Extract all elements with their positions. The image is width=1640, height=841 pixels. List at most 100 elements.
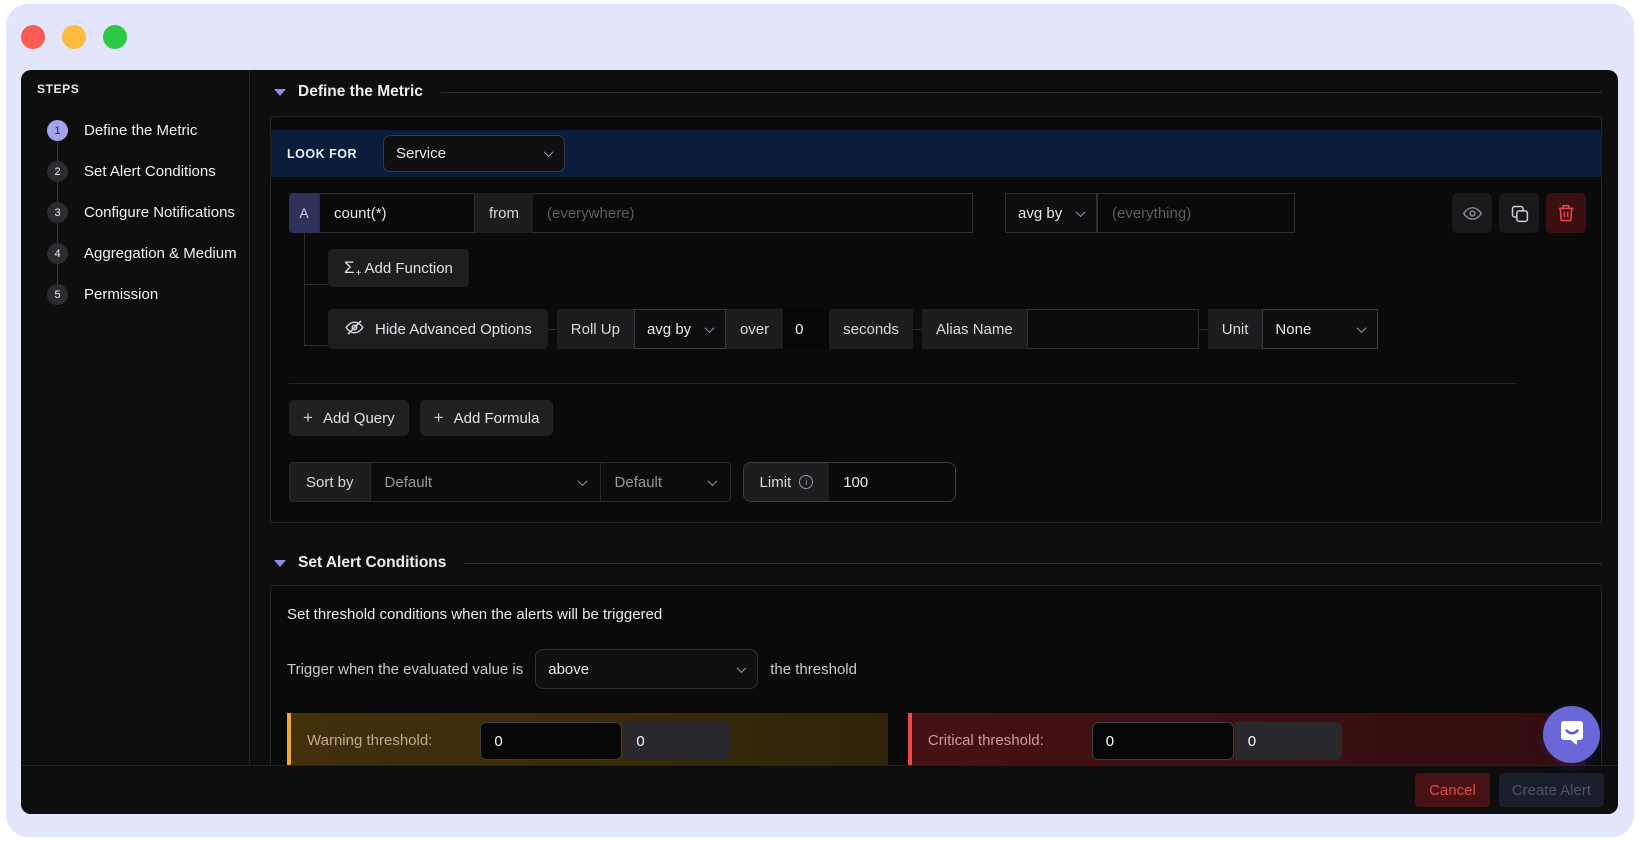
add-query-button[interactable]: + Add Query xyxy=(289,400,409,436)
section-title: Set Alert Conditions xyxy=(298,554,447,571)
rollup-op-value: avg by xyxy=(646,320,692,338)
chat-widget-button[interactable] xyxy=(1543,706,1600,763)
rollup-interval-input[interactable] xyxy=(783,309,830,349)
duplicate-query-button[interactable] xyxy=(1499,193,1539,233)
eye-off-icon xyxy=(344,317,365,342)
advanced-options-row: Hide Advanced Options Roll Up avg by ove… xyxy=(328,309,1586,349)
alert-conditions-section-header: Set Alert Conditions xyxy=(270,553,1602,573)
unit-value: None xyxy=(1275,320,1312,338)
add-formula-label: Add Formula xyxy=(453,409,540,427)
limit-label: Limit xyxy=(759,473,792,491)
alias-group: Alias Name xyxy=(922,309,1199,349)
chevron-down-icon xyxy=(1075,206,1086,217)
query-expression-input[interactable] xyxy=(319,193,475,233)
add-function-button[interactable]: Σ + Add Function xyxy=(328,249,469,287)
section-divider-line xyxy=(440,91,1602,93)
trigger-operator-select[interactable]: above xyxy=(535,649,759,689)
query-builder: A from avg by xyxy=(271,177,1601,369)
panel-divider-line xyxy=(289,383,1517,384)
hide-advanced-label: Hide Advanced Options xyxy=(375,320,532,338)
chevron-down-icon xyxy=(736,662,747,673)
window-controls xyxy=(21,25,127,49)
from-label: from xyxy=(475,193,533,233)
threshold-row: Warning threshold: Critical threshold: xyxy=(287,713,1585,765)
add-formula-button[interactable]: + Add Formula xyxy=(419,400,554,436)
agg-op-value: avg by xyxy=(1018,204,1063,222)
limit-label-wrap: Limit i xyxy=(743,463,830,501)
trigger-row: Trigger when the evaluated value is abov… xyxy=(287,649,1585,689)
info-icon: i xyxy=(799,475,814,489)
add-function-label: Add Function xyxy=(364,259,453,277)
step-label: Set Alert Conditions xyxy=(84,163,216,180)
sort-secondary-select[interactable]: Default xyxy=(599,463,730,501)
chevron-down-icon xyxy=(577,475,587,486)
query-row-a: A from avg by xyxy=(289,193,1586,233)
sidebar-item-define-the-metric[interactable]: 1 Define the Metric xyxy=(37,110,235,151)
look-for-select[interactable]: Service xyxy=(382,135,565,172)
query-from-input[interactable] xyxy=(533,193,973,233)
tree-connector-line xyxy=(304,233,305,345)
tree-connector-line xyxy=(304,284,328,285)
section-title: Define the Metric xyxy=(298,83,423,100)
cancel-button[interactable]: Cancel xyxy=(1415,773,1490,807)
minimize-window-icon[interactable] xyxy=(62,25,86,49)
over-label: over xyxy=(725,309,784,349)
preview-query-button[interactable] xyxy=(1452,193,1492,233)
sort-by-label: Sort by xyxy=(290,463,370,501)
collapse-caret-icon[interactable] xyxy=(274,559,286,567)
warning-threshold-input[interactable] xyxy=(480,722,623,760)
warning-threshold-band: Warning threshold: xyxy=(287,713,888,765)
step-label: Aggregation & Medium xyxy=(84,245,237,262)
step-connector-line xyxy=(57,262,58,286)
close-window-icon[interactable] xyxy=(21,25,45,49)
step-label: Permission xyxy=(84,286,159,303)
trash-icon xyxy=(1556,203,1576,223)
unit-label: Unit xyxy=(1207,309,1263,349)
sidebar-item-aggregation-medium[interactable]: 4 Aggregation & Medium xyxy=(37,221,237,274)
sort-secondary-value: Default xyxy=(614,473,663,491)
collapse-caret-icon[interactable] xyxy=(274,88,286,96)
query-agg-by-input[interactable] xyxy=(1097,193,1295,233)
sort-primary-value: Default xyxy=(384,473,433,491)
alert-conditions-panel: Set threshold conditions when the alerts… xyxy=(270,585,1602,765)
step-label: Define the Metric xyxy=(84,122,198,139)
step-label: Configure Notifications xyxy=(84,204,235,221)
unit-select[interactable]: None xyxy=(1262,309,1379,349)
sidebar-item-permission[interactable]: 5 Permission xyxy=(37,262,235,315)
connector-dash xyxy=(547,328,557,330)
trigger-suffix-text: the threshold xyxy=(770,660,857,678)
tree-connector-line xyxy=(304,345,328,346)
look-for-bar: LOOK FOR Service xyxy=(271,130,1601,177)
hide-advanced-options-button[interactable]: Hide Advanced Options xyxy=(328,309,548,349)
steps-sidebar: STEPS 1 Define the Metric 2 Set Alert Co… xyxy=(21,70,250,765)
query-agg-select[interactable]: avg by xyxy=(1005,193,1097,233)
limit-input[interactable] xyxy=(829,463,956,501)
rollup-label: Roll Up xyxy=(556,309,634,349)
trigger-prefix-text: Trigger when the evaluated value is xyxy=(287,660,524,678)
step-connector-line xyxy=(57,221,58,245)
zoom-window-icon[interactable] xyxy=(103,25,127,49)
step-connector-line xyxy=(57,180,58,204)
sort-primary-select[interactable]: Default xyxy=(369,463,600,501)
critical-threshold-input[interactable] xyxy=(1091,722,1234,760)
alias-name-input[interactable] xyxy=(1026,309,1199,349)
add-query-label: Add Query xyxy=(322,409,395,427)
sort-by-group: Sort by Default Default xyxy=(289,462,731,502)
define-metric-panel: LOOK FOR Service A from xyxy=(270,116,1602,523)
critical-threshold-secondary-input[interactable] xyxy=(1234,722,1342,760)
query-letter-badge: A xyxy=(289,193,319,233)
sidebar-item-configure-notifications[interactable]: 3 Configure Notifications xyxy=(37,180,235,233)
define-metric-section-header: Define the Metric xyxy=(270,82,1602,102)
rollup-op-select[interactable]: avg by xyxy=(633,309,726,349)
step-number-badge: 5 xyxy=(47,284,68,305)
warning-threshold-secondary-input[interactable] xyxy=(623,722,731,760)
query-actions-row: + Add Query + Add Formula xyxy=(289,400,1601,436)
footer-action-bar: Cancel Create Alert xyxy=(21,765,1618,814)
sidebar-item-set-alert-conditions[interactable]: 2 Set Alert Conditions xyxy=(37,139,235,192)
create-alert-button[interactable]: Create Alert xyxy=(1498,773,1604,807)
sigma-plus-icon: Σ + xyxy=(344,258,362,279)
delete-query-button[interactable] xyxy=(1546,193,1586,233)
critical-threshold-label: Critical threshold: xyxy=(927,732,1044,749)
limit-group: Limit i xyxy=(742,462,957,502)
section-divider-line xyxy=(464,562,1602,564)
